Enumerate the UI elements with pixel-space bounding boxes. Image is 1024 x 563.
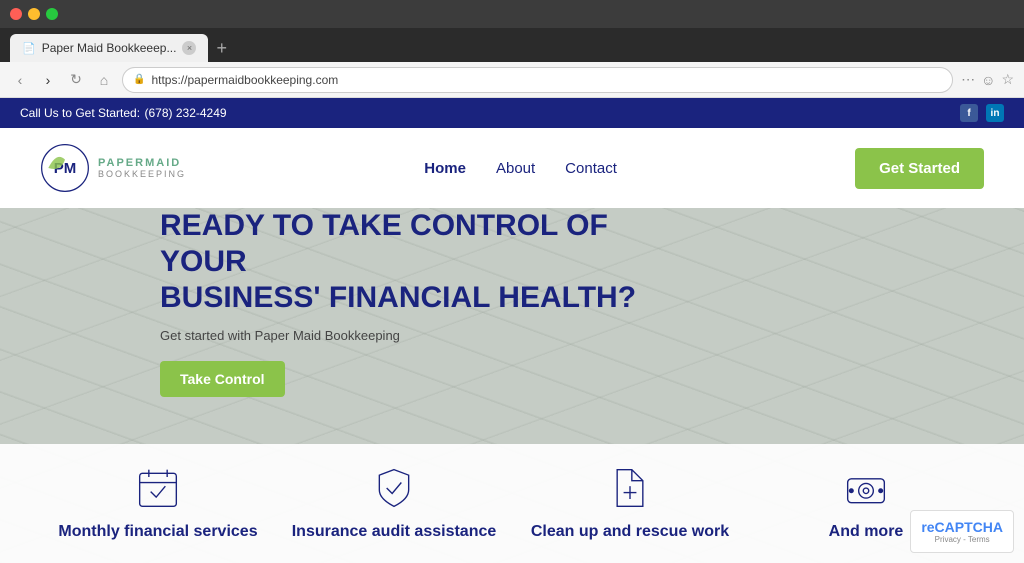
- back-button[interactable]: ‹: [10, 70, 30, 90]
- nav-about[interactable]: About: [496, 160, 535, 177]
- browser-frame: 📄 Paper Maid Bookkeeep... × + ‹ › ↻ ⌂ 🔒 …: [0, 0, 1024, 98]
- hero-title-line2: BUSINESS' FINANCIAL HEALTH?: [160, 281, 636, 314]
- hero-subtitle: Get started with Paper Maid Bookkeeping: [160, 328, 1024, 343]
- calendar-check-icon: [134, 464, 182, 512]
- logo-papermaid: PAPERMAID: [98, 157, 186, 169]
- service-insurance-label: Insurance audit assistance: [292, 522, 497, 543]
- services-section: Monthly financial services Insurance aud…: [0, 444, 1024, 563]
- service-cleanup: Clean up and rescue work: [512, 464, 748, 543]
- home-button[interactable]: ⌂: [94, 70, 114, 90]
- address-bar[interactable]: 🔒 https://papermaidbookkeeping.com: [122, 67, 953, 93]
- tab-favicon: 📄: [22, 42, 36, 55]
- logo-icon: PM: [40, 143, 90, 193]
- get-started-button[interactable]: Get Started: [855, 148, 984, 189]
- service-insurance-audit: Insurance audit assistance: [276, 464, 512, 543]
- recaptcha-links: Privacy - Terms: [935, 535, 990, 544]
- title-bar: [0, 0, 1024, 28]
- url-text: https://papermaidbookkeeping.com: [151, 73, 338, 87]
- service-monthly-label: Monthly financial services: [58, 522, 257, 543]
- nav-home[interactable]: Home: [424, 160, 466, 177]
- tab-bar: 📄 Paper Maid Bookkeeep... × +: [0, 28, 1024, 62]
- service-cleanup-label: Clean up and rescue work: [531, 522, 729, 543]
- refresh-button[interactable]: ↻: [66, 70, 86, 90]
- hero-title-line1: READY TO TAKE CONTROL OF YOUR: [160, 209, 608, 278]
- menu-icon[interactable]: ⋯: [961, 71, 975, 88]
- browser-toolbar: ‹ › ↻ ⌂ 🔒 https://papermaidbookkeeping.c…: [0, 62, 1024, 98]
- file-plus-icon: [606, 464, 654, 512]
- topbar: Call Us to Get Started: (678) 232-4249 f…: [0, 98, 1024, 128]
- hero-content: READY TO TAKE CONTROL OF YOUR BUSINESS' …: [0, 208, 1024, 397]
- linkedin-icon[interactable]: in: [986, 104, 1004, 122]
- toolbar-actions: ⋯ ☺ ☆: [961, 71, 1014, 88]
- bookmark-icon[interactable]: ☆: [1001, 71, 1014, 88]
- service-monthly-financial: Monthly financial services: [40, 464, 276, 543]
- active-tab[interactable]: 📄 Paper Maid Bookkeeep... ×: [10, 34, 208, 62]
- logo-bookkeeping: BOOKKEEPING: [98, 169, 186, 179]
- tab-close-button[interactable]: ×: [182, 41, 196, 55]
- hero-section: READY TO TAKE CONTROL OF YOUR BUSINESS' …: [0, 208, 1024, 563]
- shield-check-icon: [370, 464, 418, 512]
- minimize-button[interactable]: [28, 8, 40, 20]
- main-nav: Home About Contact: [424, 160, 617, 177]
- take-control-button[interactable]: Take Control: [160, 361, 285, 397]
- website-content: Call Us to Get Started: (678) 232-4249 f…: [0, 98, 1024, 563]
- forward-button[interactable]: ›: [38, 70, 58, 90]
- facebook-icon[interactable]: f: [960, 104, 978, 122]
- account-icon[interactable]: ☺: [981, 72, 995, 88]
- dollar-circle-icon: [842, 464, 890, 512]
- hero-title: READY TO TAKE CONTROL OF YOUR BUSINESS' …: [160, 208, 660, 316]
- topbar-cta-text: Call Us to Get Started:: [20, 106, 140, 120]
- topbar-social: f in: [960, 104, 1004, 122]
- maximize-button[interactable]: [46, 8, 58, 20]
- recaptcha-logo: reCAPTCHA: [921, 519, 1003, 535]
- site-header: PM PAPERMAID BOOKKEEPING Home About Cont…: [0, 128, 1024, 208]
- topbar-phone-number[interactable]: (678) 232-4249: [145, 106, 227, 120]
- lock-icon: 🔒: [133, 74, 145, 85]
- new-tab-button[interactable]: +: [216, 34, 227, 62]
- nav-contact[interactable]: Contact: [565, 160, 617, 177]
- close-button[interactable]: [10, 8, 22, 20]
- service-more-label: And more: [829, 522, 904, 543]
- tab-title: Paper Maid Bookkeeep...: [42, 41, 177, 55]
- logo-text: PAPERMAID BOOKKEEPING: [98, 157, 186, 179]
- traffic-lights: [10, 8, 58, 20]
- logo[interactable]: PM PAPERMAID BOOKKEEPING: [40, 143, 186, 193]
- topbar-phone-section: Call Us to Get Started: (678) 232-4249: [20, 104, 227, 122]
- recaptcha-badge: reCAPTCHA Privacy - Terms: [910, 510, 1014, 553]
